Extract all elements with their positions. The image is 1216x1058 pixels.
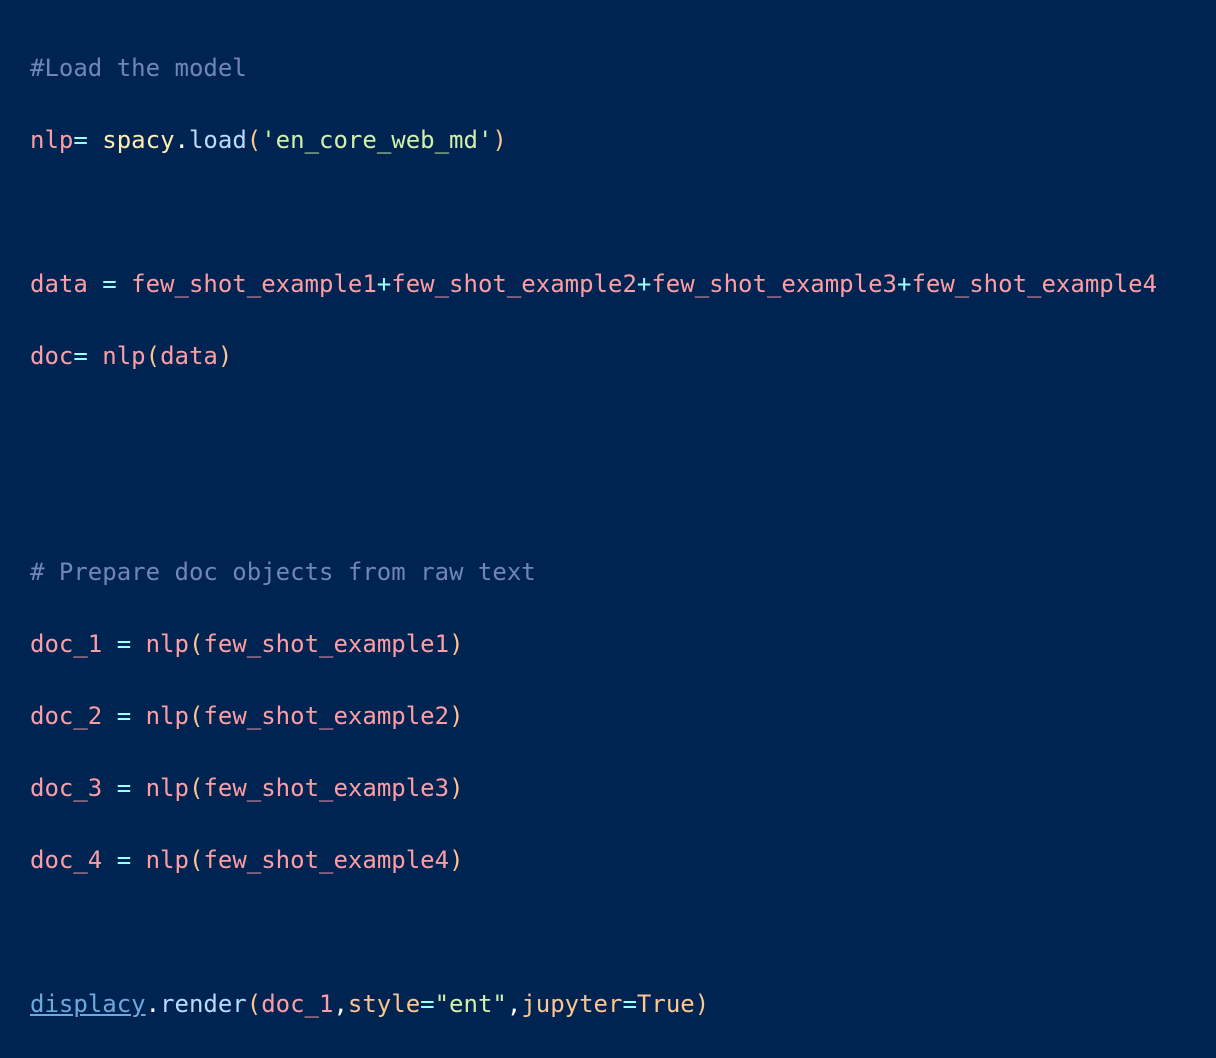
- variable: few_shot_example1: [203, 630, 450, 658]
- function-name: nlp: [145, 630, 189, 658]
- paren-open: (: [188, 702, 204, 730]
- code-line-5: doc= nlp(data): [30, 338, 1216, 374]
- comma: ,: [506, 990, 522, 1018]
- variable: data: [30, 270, 88, 298]
- function-name: nlp: [145, 702, 189, 730]
- code-line-9: doc_1 = nlp(few_shot_example1): [30, 626, 1216, 662]
- method-name: render: [160, 990, 247, 1018]
- paren-open: (: [246, 990, 262, 1018]
- operator: =: [420, 990, 435, 1018]
- paren-close: ): [694, 990, 710, 1018]
- variable: doc_4: [30, 846, 103, 874]
- string-literal: "ent": [434, 990, 507, 1018]
- module-link[interactable]: displacy: [30, 990, 146, 1018]
- operator: =: [622, 990, 637, 1018]
- keyword-argument: jupyter: [521, 990, 623, 1018]
- operator: =: [73, 342, 88, 370]
- operator: =: [116, 702, 132, 730]
- paren-open: (: [188, 846, 204, 874]
- variable: doc_1: [30, 630, 103, 658]
- code-line-2: nlp= spacy.load('en_core_web_md'): [30, 122, 1216, 158]
- paren-close: ): [492, 126, 507, 154]
- variable: nlp: [30, 126, 74, 154]
- operator: =: [116, 846, 132, 874]
- operator: +: [376, 270, 392, 298]
- variable: doc_1: [261, 990, 334, 1018]
- variable: doc_3: [30, 774, 103, 802]
- operator: =: [116, 774, 132, 802]
- code-line-1: #Load the model: [30, 50, 1216, 86]
- variable: few_shot_example3: [203, 774, 450, 802]
- dot: .: [145, 990, 161, 1018]
- boolean-literal: True: [636, 990, 695, 1018]
- paren-close: ): [217, 342, 233, 370]
- dot: .: [174, 126, 189, 154]
- paren-close: ): [449, 846, 464, 874]
- paren-close: ): [449, 702, 464, 730]
- variable: data: [160, 342, 218, 370]
- variable: doc: [30, 342, 74, 370]
- code-line-12: doc_4 = nlp(few_shot_example4): [30, 842, 1216, 878]
- variable: few_shot_example3: [651, 270, 897, 298]
- comment: # Prepare doc objects from raw text: [30, 558, 536, 586]
- function-name: nlp: [145, 774, 189, 802]
- comma: ,: [333, 990, 348, 1018]
- paren-close: ): [449, 774, 464, 802]
- code-line-11: doc_3 = nlp(few_shot_example3): [30, 770, 1216, 806]
- code-line-10: doc_2 = nlp(few_shot_example2): [30, 698, 1216, 734]
- variable: few_shot_example4: [203, 846, 450, 874]
- paren-open: (: [188, 774, 204, 802]
- module-name: spacy: [102, 126, 175, 154]
- operator: +: [896, 270, 912, 298]
- operator: =: [73, 126, 88, 154]
- comment: #Load the model: [30, 54, 247, 82]
- method-name: load: [188, 126, 247, 154]
- keyword-argument: style: [347, 990, 421, 1018]
- code-line-8: # Prepare doc objects from raw text: [30, 554, 1216, 590]
- string-literal: 'en_core_web_md': [261, 126, 493, 154]
- variable: few_shot_example1: [131, 270, 377, 298]
- code-line-14: displacy.render(doc_1,style="ent",jupyte…: [30, 986, 1216, 1022]
- operator: =: [102, 270, 117, 298]
- operator: +: [636, 270, 652, 298]
- paren-close: ): [449, 630, 464, 658]
- code-editor[interactable]: #Load the model nlp= spacy.load('en_core…: [0, 0, 1216, 1018]
- variable: few_shot_example4: [911, 270, 1158, 298]
- function-name: nlp: [102, 342, 146, 370]
- code-line-4: data = few_shot_example1+few_shot_exampl…: [30, 266, 1216, 302]
- variable: few_shot_example2: [203, 702, 450, 730]
- variable: few_shot_example2: [391, 270, 637, 298]
- paren-open: (: [188, 630, 204, 658]
- variable: doc_2: [30, 702, 103, 730]
- operator: =: [116, 630, 132, 658]
- paren-open: (: [246, 126, 262, 154]
- function-name: nlp: [145, 846, 189, 874]
- paren-open: (: [145, 342, 161, 370]
